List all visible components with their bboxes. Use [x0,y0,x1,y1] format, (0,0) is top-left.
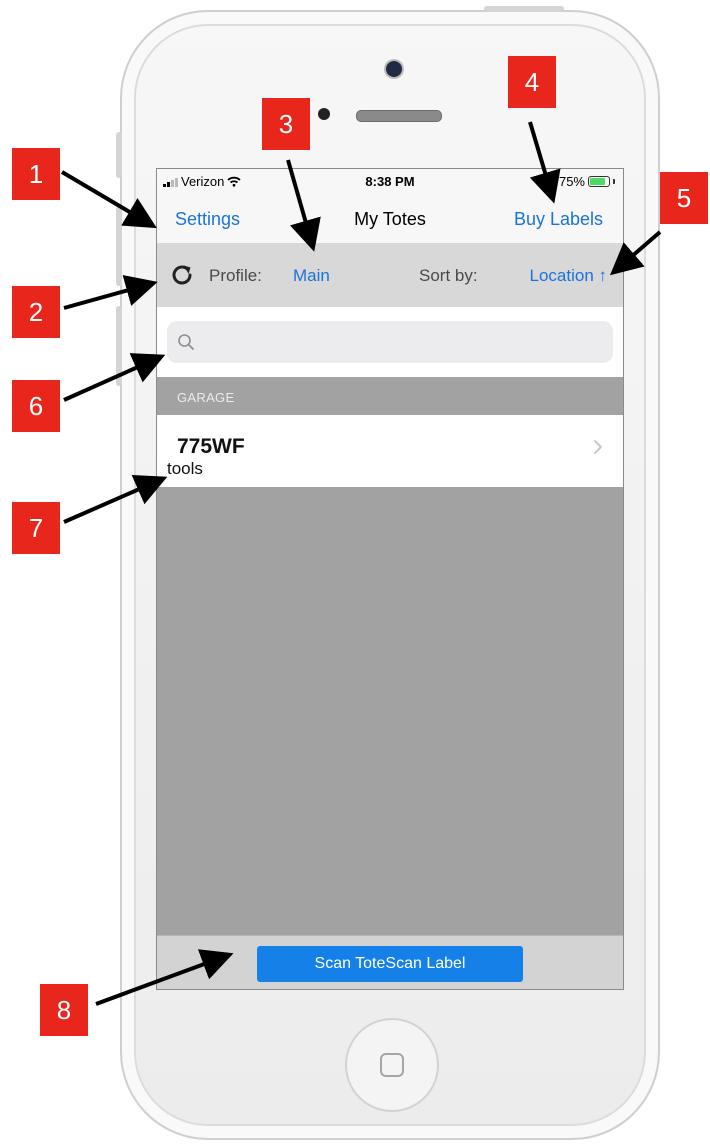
app-screen: Verizon 8:38 PM 75% Settings My Totes Bu… [156,168,624,990]
battery-percent: 75% [558,174,585,189]
front-camera [386,61,402,77]
status-time: 8:38 PM [365,174,415,189]
callout-5: 5 [660,172,708,224]
list-item[interactable]: 775WF tools [157,415,623,487]
search-input[interactable] [197,321,601,365]
power-button [484,6,564,12]
status-bar: Verizon 8:38 PM 75% [157,169,623,195]
volume-up-button [116,206,122,286]
callout-2: 2 [12,286,60,338]
battery-status: 75% [559,174,615,189]
battery-icon [588,176,610,187]
home-button-icon [380,1053,404,1077]
section-header: GARAGE [157,378,623,415]
refresh-icon[interactable] [169,262,195,288]
section-header-label: GARAGE [177,390,235,405]
callout-1: 1 [12,148,60,200]
tote-code: 775WF [177,435,245,458]
callout-6: 6 [12,380,60,432]
profile-selector[interactable]: Main [293,266,330,286]
earpiece-speaker [356,110,442,122]
scan-label-button[interactable]: Scan ToteScan Label [257,946,523,982]
silent-switch [116,132,122,178]
search-icon [178,334,194,350]
sort-label: Sort by: [419,266,478,285]
search-container [157,307,623,377]
settings-button[interactable]: Settings [175,209,240,230]
profile-label: Profile: [209,266,262,285]
callout-4: 4 [508,56,556,108]
search-field[interactable] [167,321,613,365]
buy-labels-button[interactable]: Buy Labels [514,209,603,230]
proximity-sensor [318,108,330,120]
volume-down-button [116,306,122,386]
callout-7: 7 [12,502,60,554]
sort-selector[interactable]: Location ↑ [530,266,608,286]
profile-sort-bar: Profile: Main Sort by: Location ↑ [157,243,623,307]
home-button[interactable] [345,1018,439,1112]
callout-3: 3 [262,98,310,150]
tote-description: tools [167,459,203,478]
chevron-right-icon [594,440,602,454]
navigation-bar: Settings My Totes Buy Labels [157,195,623,243]
callout-8: 8 [40,984,88,1036]
bottom-toolbar: Scan ToteScan Label [157,935,623,989]
